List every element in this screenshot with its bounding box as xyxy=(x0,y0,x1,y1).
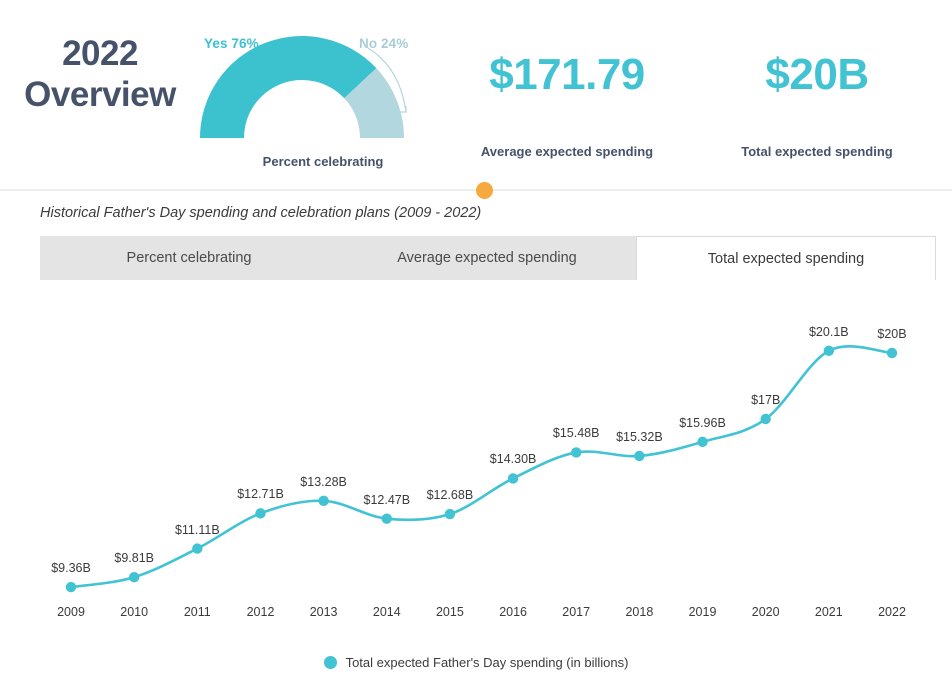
chart-data-point[interactable] xyxy=(697,436,708,448)
tab-total-expected-spending[interactable]: Total expected spending xyxy=(636,236,936,280)
x-axis-tick-label: 2014 xyxy=(372,605,401,619)
x-axis-tick-label: 2011 xyxy=(183,605,211,619)
data-point-label: $11.11B xyxy=(174,522,220,537)
percent-celebrating-gauge: Yes 76% No 24% Percent celebrating xyxy=(200,14,446,174)
chart-data-point[interactable] xyxy=(634,450,645,462)
x-axis-tick-label: 2010 xyxy=(120,605,149,619)
divider-dot-marker xyxy=(476,182,493,199)
data-point-label: $12.68B xyxy=(426,488,474,502)
data-point-label: $14.30B xyxy=(489,452,537,467)
tab-average-expected-spending[interactable]: Average expected spending xyxy=(338,236,636,280)
chart-data-point[interactable] xyxy=(823,345,835,356)
x-axis-tick-label: 2020 xyxy=(751,605,780,619)
gauge-caption: Percent celebrating xyxy=(262,154,384,169)
chart-data-point[interactable] xyxy=(255,508,266,519)
data-point-label: $9.36B xyxy=(51,561,91,576)
gauge-yes-label: Yes 76% xyxy=(204,36,259,51)
chart-data-points xyxy=(65,345,898,593)
chart-data-point[interactable] xyxy=(318,495,329,507)
chart-tab-bar: Percent celebrating Average expected spen… xyxy=(40,236,936,280)
kpi-average-spending-caption: Average expected spending xyxy=(480,144,654,159)
x-axis-tick-label: 2021 xyxy=(814,605,843,619)
x-axis-tick-label: 2012 xyxy=(246,605,275,619)
legend-swatch-icon xyxy=(323,656,337,669)
data-point-label: $20.1B xyxy=(808,324,849,339)
chart-data-point[interactable] xyxy=(507,473,519,484)
data-point-label: $17B xyxy=(751,393,781,407)
tab-label: Total expected spending xyxy=(707,250,865,267)
page-title: 2022 Overview xyxy=(24,34,176,114)
x-axis-tick-label: 2009 xyxy=(57,605,85,619)
data-point-label: $9.81B xyxy=(114,551,154,566)
chart-subtitle: Historical Father's Day spending and cel… xyxy=(40,205,482,221)
line-chart: $9.36B 2009 $9.81B 2010 $11.11B 2011 $12.71B 20… xyxy=(0,285,952,630)
chart-data-point[interactable] xyxy=(128,571,140,583)
data-point-label: $12.47B xyxy=(363,492,411,507)
x-axis-tick-label: 2013 xyxy=(309,605,338,619)
kpi-header-band: 2022 Overview Yes 76% No 24% Percent cel… xyxy=(0,0,952,186)
x-axis-tick-label: 2016 xyxy=(499,605,527,619)
tab-percent-celebrating[interactable]: Percent celebrating xyxy=(40,236,338,280)
data-point-label: $20B xyxy=(877,327,907,341)
chart-data-point[interactable] xyxy=(192,543,203,554)
x-axis-tick-label: 2019 xyxy=(688,605,717,619)
kpi-total-spending-caption: Total expected spending xyxy=(741,144,893,159)
tab-label: Percent celebrating xyxy=(126,250,252,266)
chart-data-point[interactable] xyxy=(381,513,392,524)
x-axis-tick-label: 2018 xyxy=(625,605,654,619)
chart-data-point[interactable] xyxy=(760,413,771,425)
legend-label: Total expected Father's Day spending (in… xyxy=(345,655,629,670)
gauge-no-label: No 24% xyxy=(359,36,409,51)
data-point-label: $13.28B xyxy=(300,474,347,489)
x-axis-tick-label: 2015 xyxy=(435,605,464,619)
data-point-label: $15.96B xyxy=(679,415,726,430)
kpi-average-spending-value: $171.79 xyxy=(489,50,645,99)
data-point-label: $15.32B xyxy=(616,430,663,444)
chart-legend: Total expected Father's Day spending (in… xyxy=(0,655,952,670)
chart-data-point[interactable] xyxy=(886,347,898,359)
chart-data-point[interactable] xyxy=(65,581,77,593)
chart-data-point[interactable] xyxy=(571,447,582,458)
x-axis-tick-label: 2022 xyxy=(878,605,906,619)
chart-data-point[interactable] xyxy=(444,508,456,520)
tab-label: Average expected spending xyxy=(397,250,577,266)
data-point-label: $15.48B xyxy=(552,426,600,441)
x-axis-tick-label: 2017 xyxy=(562,605,591,619)
data-point-label: $12.71B xyxy=(237,487,284,502)
kpi-total-spending-value: $20B xyxy=(765,50,869,99)
